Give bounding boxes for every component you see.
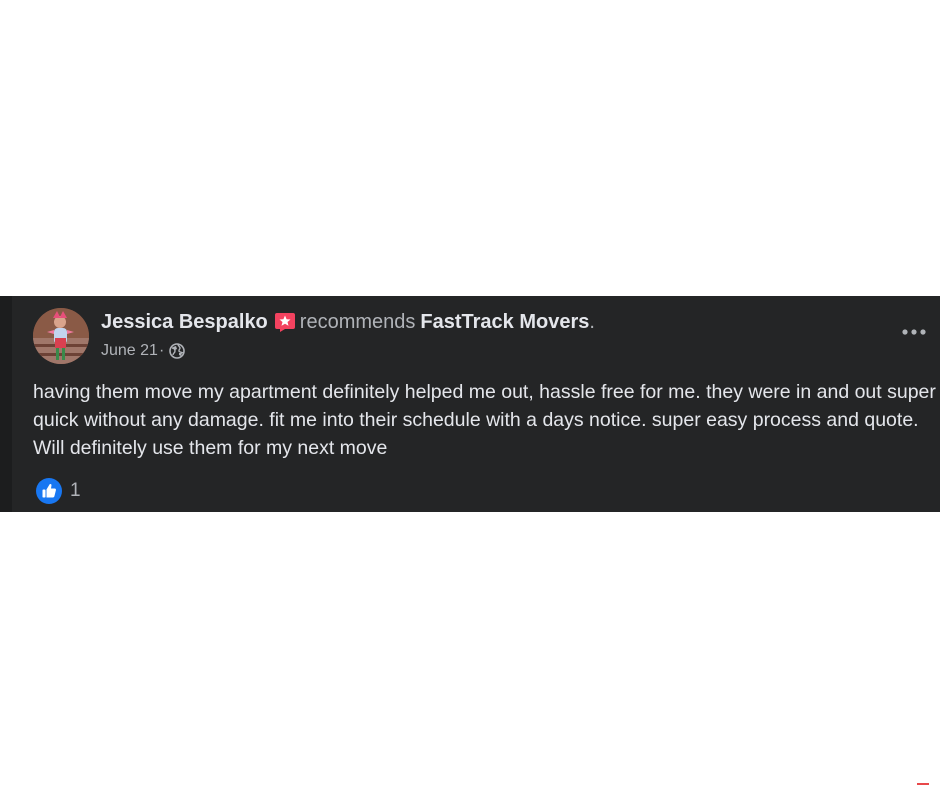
meta-separator: · xyxy=(158,342,165,359)
like-icon xyxy=(36,478,62,504)
post-header: Jessica Bespalko recommends FastTrack Mo… xyxy=(101,310,595,334)
recommended-page-link[interactable]: FastTrack Movers xyxy=(420,310,589,334)
header-period: . xyxy=(589,311,595,333)
post-meta: June 21 · xyxy=(101,342,186,360)
action-text: recommends xyxy=(299,311,416,333)
recommendation-post: Jessica Bespalko recommends FastTrack Mo… xyxy=(0,296,940,512)
post-body: having them move my apartment definitely… xyxy=(33,381,936,459)
page: Jessica Bespalko recommends FastTrack Mo… xyxy=(0,0,940,788)
author-name[interactable]: Jessica Bespalko xyxy=(101,310,268,334)
reaction-count: 1 xyxy=(70,480,81,501)
globe-icon xyxy=(169,343,186,359)
reaction-summary[interactable]: 1 xyxy=(36,478,81,504)
more-options-icon[interactable] xyxy=(898,318,930,346)
corner-mark xyxy=(917,783,929,785)
avatar[interactable] xyxy=(33,308,89,364)
recommend-star-icon xyxy=(274,311,296,333)
post-date[interactable]: June 21 xyxy=(101,342,158,360)
